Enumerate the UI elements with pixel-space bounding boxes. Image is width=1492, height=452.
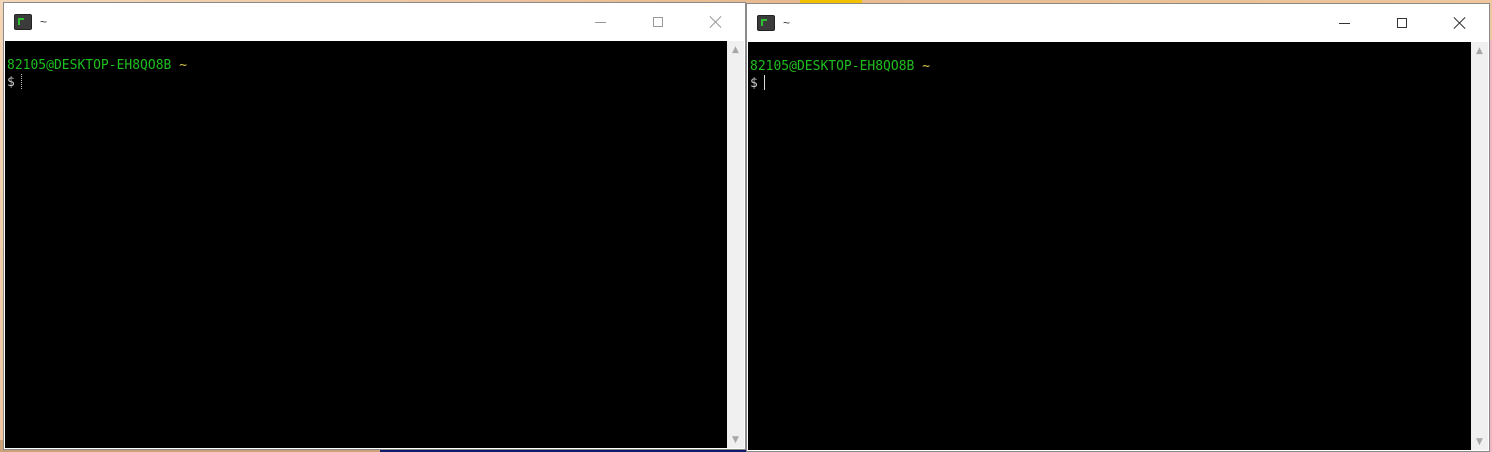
minimize-icon — [1338, 22, 1350, 24]
text-cursor — [763, 75, 765, 90]
minimize-button[interactable] — [1315, 4, 1373, 42]
vertical-scrollbar[interactable]: ▲ ▼ — [727, 41, 744, 448]
window-controls — [571, 3, 745, 41]
scroll-thumb[interactable] — [731, 61, 740, 428]
terminal-area[interactable]: 82105@DESKTOP-EH8QO8B ~ $ — [5, 41, 727, 448]
prompt-symbol: $ — [750, 76, 758, 91]
scroll-up-arrow-icon[interactable]: ▲ — [727, 41, 744, 58]
scroll-down-arrow-icon[interactable]: ▼ — [1471, 433, 1488, 450]
prompt-path: ~ — [922, 59, 931, 74]
window-title: ~ — [783, 16, 791, 30]
terminal-output: 82105@DESKTOP-EH8QO8B ~ $ — [7, 57, 187, 91]
maximize-icon — [653, 17, 663, 27]
scroll-thumb[interactable] — [1475, 62, 1484, 430]
prompt-user-host: 82105@DESKTOP-EH8QO8B — [7, 58, 172, 73]
terminal-area[interactable]: 82105@DESKTOP-EH8QO8B ~ $ — [748, 42, 1471, 450]
close-button[interactable] — [687, 3, 745, 41]
terminal-window-right[interactable]: ~ 82105@DESKTOP-EH8QO8B ~ $ ▲ ▼ — [746, 3, 1490, 452]
minimize-button[interactable] — [571, 3, 629, 41]
scroll-up-arrow-icon[interactable]: ▲ — [1471, 42, 1488, 59]
terminal-output: 82105@DESKTOP-EH8QO8B ~ $ — [750, 58, 930, 92]
window-titlebar[interactable]: ~ — [4, 3, 745, 41]
prompt-symbol: $ — [7, 75, 15, 90]
window-title: ~ — [40, 15, 48, 29]
prompt-path: ~ — [179, 58, 188, 73]
close-icon — [710, 16, 722, 28]
vertical-scrollbar[interactable]: ▲ ▼ — [1471, 42, 1488, 450]
window-titlebar[interactable]: ~ — [747, 4, 1489, 42]
maximize-button[interactable] — [1373, 4, 1431, 42]
maximize-icon — [1397, 18, 1407, 28]
close-button[interactable] — [1431, 4, 1489, 42]
terminal-app-icon[interactable] — [757, 15, 775, 31]
prompt-user-host: 82105@DESKTOP-EH8QO8B — [750, 59, 915, 74]
terminal-app-icon[interactable] — [14, 14, 32, 30]
close-icon — [1454, 17, 1466, 29]
scroll-down-arrow-icon[interactable]: ▼ — [727, 431, 744, 448]
window-controls — [1315, 4, 1489, 42]
text-cursor — [20, 74, 23, 89]
terminal-window-left[interactable]: ~ 82105@DESKTOP-EH8QO8B ~ $ ▲ ▼ — [3, 2, 746, 450]
minimize-icon — [594, 21, 606, 23]
maximize-button[interactable] — [629, 3, 687, 41]
